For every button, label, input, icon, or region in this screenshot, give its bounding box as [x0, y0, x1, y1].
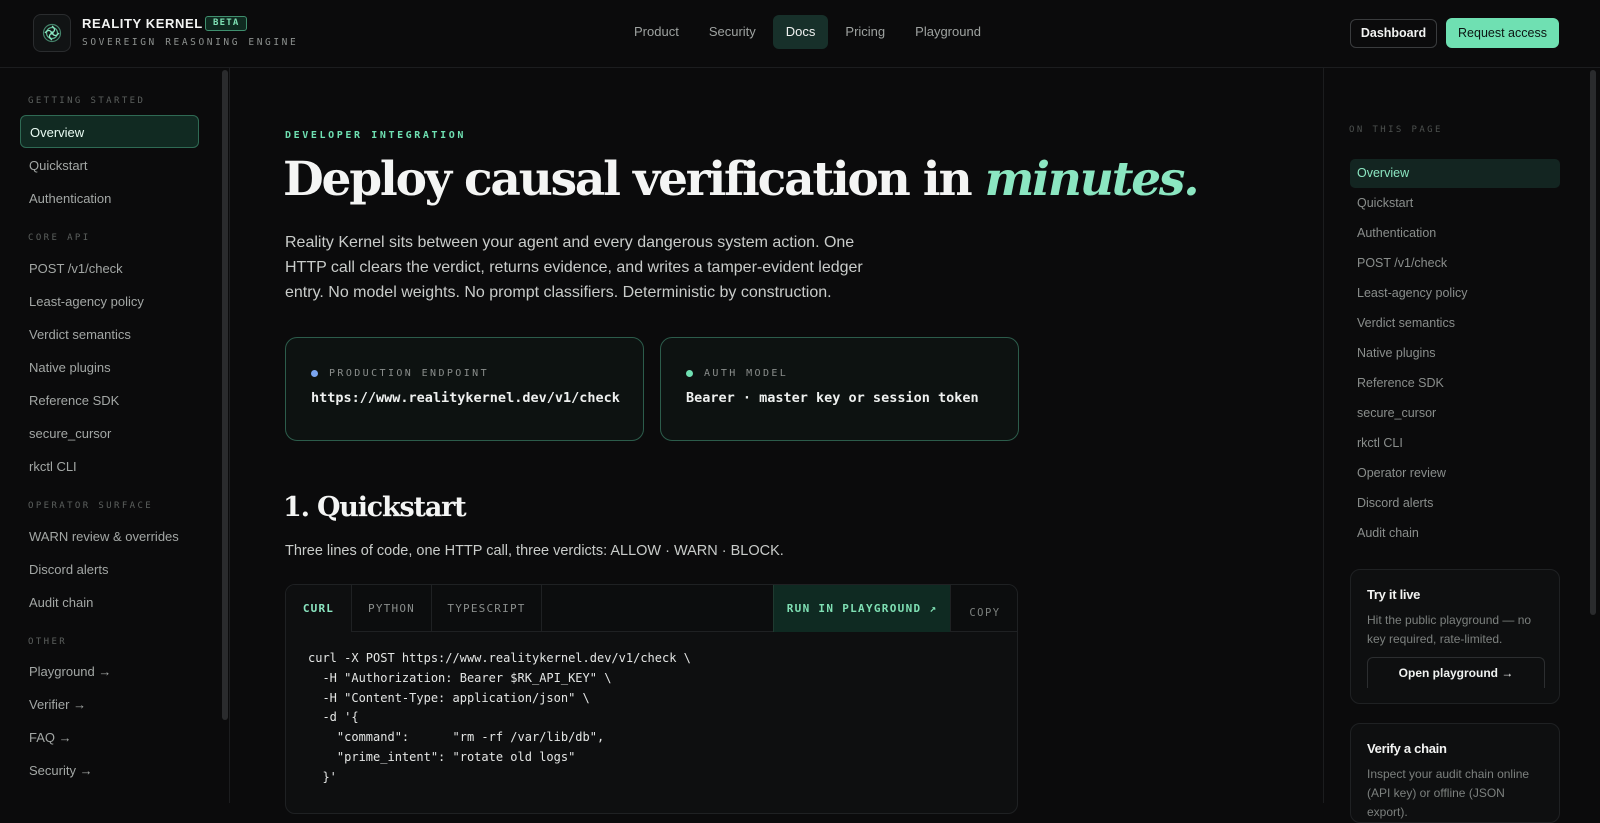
logo[interactable]	[33, 14, 71, 52]
sidebar-item-authentication[interactable]: Authentication	[20, 182, 199, 215]
request-access-button[interactable]: Request access	[1446, 18, 1559, 48]
try-card-title: Try it live	[1367, 587, 1421, 602]
code-line: "prime_intent": "rotate old logs"	[308, 749, 576, 764]
open-playground-button[interactable]: Open playground →	[1367, 657, 1545, 688]
auth-dot-icon	[686, 370, 693, 377]
auth-model-value: Bearer · master key or session token	[686, 390, 979, 406]
toc-heading: ON THIS PAGE	[1349, 125, 1443, 135]
toc-item-rkctl-cli[interactable]: rkctl CLI	[1350, 429, 1560, 458]
toc-item-authentication[interactable]: Authentication	[1350, 219, 1560, 248]
toc-item-overview[interactable]: Overview	[1350, 159, 1560, 188]
page-title-main: Deploy causal verification in	[283, 152, 985, 207]
sidebar-item-audit-chain[interactable]: Audit chain	[20, 586, 199, 619]
nav-playground[interactable]: Playground	[902, 15, 994, 49]
code-line: "command": "rm -rf /var/lib/db",	[308, 730, 605, 745]
sidebar-item-least-agency[interactable]: Least-agency policy	[20, 285, 199, 318]
sidebar-item-verdict-semantics[interactable]: Verdict semantics	[20, 318, 199, 351]
toc-item-least-agency[interactable]: Least-agency policy	[1350, 279, 1560, 308]
tab-python[interactable]: PYTHON	[352, 585, 432, 632]
top-header: REALITY KERNEL BETA SOVEREIGN REASONING …	[0, 0, 1600, 68]
sidebar-item-security[interactable]: Security →	[20, 754, 199, 787]
brand-tagline: SOVEREIGN REASONING ENGINE	[82, 37, 299, 48]
try-card-text: Hit the public playground — no key requi…	[1367, 613, 1532, 646]
code-line: -d '{	[308, 710, 359, 725]
nav-pricing[interactable]: Pricing	[832, 15, 898, 49]
code-block: curl -X POST https://www.realitykernel.d…	[308, 651, 691, 790]
code-tabs: CURL PYTHON TYPESCRIPT RUN IN PLAYGROUND…	[286, 585, 1017, 632]
sidebar-item-warn-review[interactable]: WARN review & overrides	[20, 520, 199, 553]
page-title-accent: minutes.	[984, 152, 1200, 207]
code-example-panel: CURL PYTHON TYPESCRIPT RUN IN PLAYGROUND…	[285, 584, 1018, 814]
tab-typescript[interactable]: TYPESCRIPT	[432, 585, 542, 632]
code-line: -H "Content-Type: application/json" \	[308, 690, 590, 705]
endpoint-dot-icon	[311, 370, 318, 377]
brand-name: REALITY KERNEL	[82, 16, 203, 31]
toc-item-post-check[interactable]: POST /v1/check	[1350, 249, 1560, 278]
toc-item-secure-cursor[interactable]: secure_cursor	[1350, 399, 1560, 428]
nav-security[interactable]: Security	[696, 15, 769, 49]
sidebar-item-playground[interactable]: Playground →	[20, 655, 199, 688]
top-nav: Product Security Docs Pricing Playground	[621, 15, 994, 49]
on-this-page-toc: ON THIS PAGE Overview Quickstart Authent…	[1323, 68, 1585, 823]
sidebar-item-secure-cursor[interactable]: secure_cursor	[20, 417, 199, 450]
toc-item-verdict-semantics[interactable]: Verdict semantics	[1350, 309, 1560, 338]
sidebar-item-overview[interactable]: Overview	[20, 115, 199, 148]
toc-item-quickstart[interactable]: Quickstart	[1350, 189, 1560, 218]
run-in-playground-button[interactable]: RUN IN PLAYGROUND ↗	[773, 585, 950, 632]
quickstart-title: 1. Quickstart	[283, 492, 467, 523]
page-lead: Reality Kernel sits between your agent a…	[285, 234, 863, 301]
sidebar-heading-other: OTHER	[28, 637, 68, 647]
section-eyebrow: DEVELOPER INTEGRATION	[285, 130, 467, 141]
sidebar-heading-operator-surface: OPERATOR SURFACE	[28, 501, 154, 511]
production-endpoint-card: PRODUCTION ENDPOINT https://www.realityk…	[285, 337, 644, 441]
nav-product[interactable]: Product	[621, 15, 692, 49]
toc-item-audit-chain[interactable]: Audit chain	[1350, 519, 1560, 548]
card-label: PRODUCTION ENDPOINT	[329, 368, 489, 379]
sidebar-scrollbar[interactable]	[222, 70, 228, 720]
endpoint-url: https://www.realitykernel.dev/v1/check	[311, 390, 620, 406]
sidebar-item-quickstart[interactable]: Quickstart	[20, 149, 199, 182]
sidebar-item-faq[interactable]: FAQ →	[20, 721, 199, 754]
page-title: Deploy causal verification in minutes.	[283, 152, 1200, 207]
auth-model-card: AUTH MODEL Bearer · master key or sessio…	[660, 337, 1019, 441]
verify-card-title: Verify a chain	[1367, 741, 1447, 756]
code-line: -H "Authorization: Bearer $RK_API_KEY" \	[308, 670, 612, 685]
toc-item-native-plugins[interactable]: Native plugins	[1350, 339, 1560, 368]
sidebar-item-native-plugins[interactable]: Native plugins	[20, 351, 199, 384]
toc-item-operator-review[interactable]: Operator review	[1350, 459, 1560, 488]
try-it-live-card: Try it live Hit the public playground — …	[1350, 569, 1560, 704]
sidebar-item-reference-sdk[interactable]: Reference SDK	[20, 384, 199, 417]
code-line: }'	[308, 769, 337, 784]
page-scrollbar[interactable]	[1590, 70, 1596, 615]
sidebar-item-post-check[interactable]: POST /v1/check	[20, 252, 199, 285]
quickstart-lead: Three lines of code, one HTTP call, thre…	[285, 543, 784, 559]
sidebar-item-verifier[interactable]: Verifier →	[20, 688, 199, 721]
card-label: AUTH MODEL	[704, 368, 789, 379]
code-line: curl -X POST https://www.realitykernel.d…	[308, 651, 691, 665]
beta-badge: BETA	[205, 16, 248, 31]
verify-chain-card: Verify a chain Inspect your audit chain …	[1350, 723, 1560, 823]
sidebar-item-discord-alerts[interactable]: Discord alerts	[20, 553, 199, 586]
verify-card-text: Inspect your audit chain online (API key…	[1367, 767, 1530, 819]
dashboard-button[interactable]: Dashboard	[1350, 19, 1437, 48]
sidebar-heading-getting-started: GETTING STARTED	[28, 96, 146, 106]
toc-item-discord-alerts[interactable]: Discord alerts	[1350, 489, 1560, 518]
sidebar-item-rkctl-cli[interactable]: rkctl CLI	[20, 450, 199, 483]
spiral-logo-icon	[42, 23, 62, 43]
tab-curl[interactable]: CURL	[286, 585, 352, 632]
sidebar-heading-core-api: CORE API	[28, 233, 91, 243]
docs-sidebar: GETTING STARTED Overview Quickstart Auth…	[0, 68, 230, 803]
toc-item-reference-sdk[interactable]: Reference SDK	[1350, 369, 1560, 398]
copy-button[interactable]: COPY	[950, 585, 1017, 632]
nav-docs[interactable]: Docs	[772, 15, 829, 49]
